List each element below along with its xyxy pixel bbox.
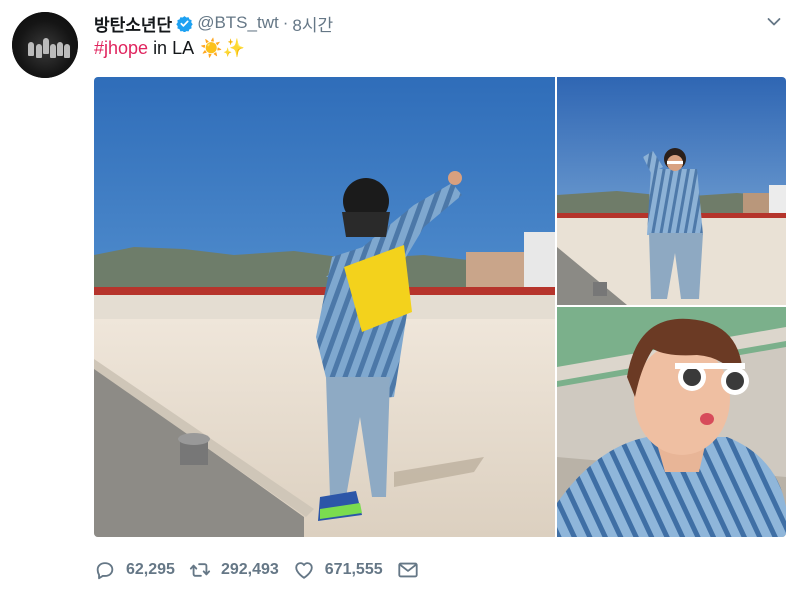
direct-message-button[interactable] — [397, 559, 429, 581]
retweet-button[interactable]: 292,493 — [189, 559, 279, 581]
verified-badge-icon — [176, 15, 193, 32]
avatar[interactable] — [12, 12, 78, 78]
photo-selfie[interactable] — [557, 307, 786, 537]
heart-icon — [295, 562, 313, 579]
envelope-icon — [398, 562, 418, 578]
separator-dot: · — [282, 13, 289, 32]
timestamp[interactable]: 8시간 — [292, 11, 333, 36]
tweet-header: 방탄소년단 @BTS_twt · 8시간 — [94, 11, 333, 36]
photo-rooftop-standing[interactable] — [557, 77, 786, 305]
like-count: 671,555 — [324, 561, 383, 578]
display-name[interactable]: 방탄소년단 — [94, 11, 172, 36]
user-handle[interactable]: @BTS_twt — [197, 13, 279, 33]
reply-button[interactable]: 62,295 — [94, 559, 175, 581]
hashtag-link[interactable]: #jhope — [94, 38, 148, 59]
retweet-icon — [189, 563, 211, 577]
retweet-count: 292,493 — [220, 561, 279, 578]
chevron-down-icon[interactable] — [766, 14, 782, 30]
reply-icon — [96, 562, 114, 580]
tweet-body: in LA — [153, 38, 195, 58]
photo-rooftop-back[interactable] — [94, 77, 555, 537]
sun-sparkles-emoji: ☀️✨ — [200, 38, 245, 58]
like-button[interactable]: 671,555 — [293, 559, 383, 581]
tweet-text: #jhope in LA ☀️✨ — [94, 38, 245, 59]
media-grid — [94, 77, 786, 537]
tweet-actions: 62,295 292,493 671,555 — [94, 556, 443, 584]
reply-count: 62,295 — [126, 561, 175, 578]
